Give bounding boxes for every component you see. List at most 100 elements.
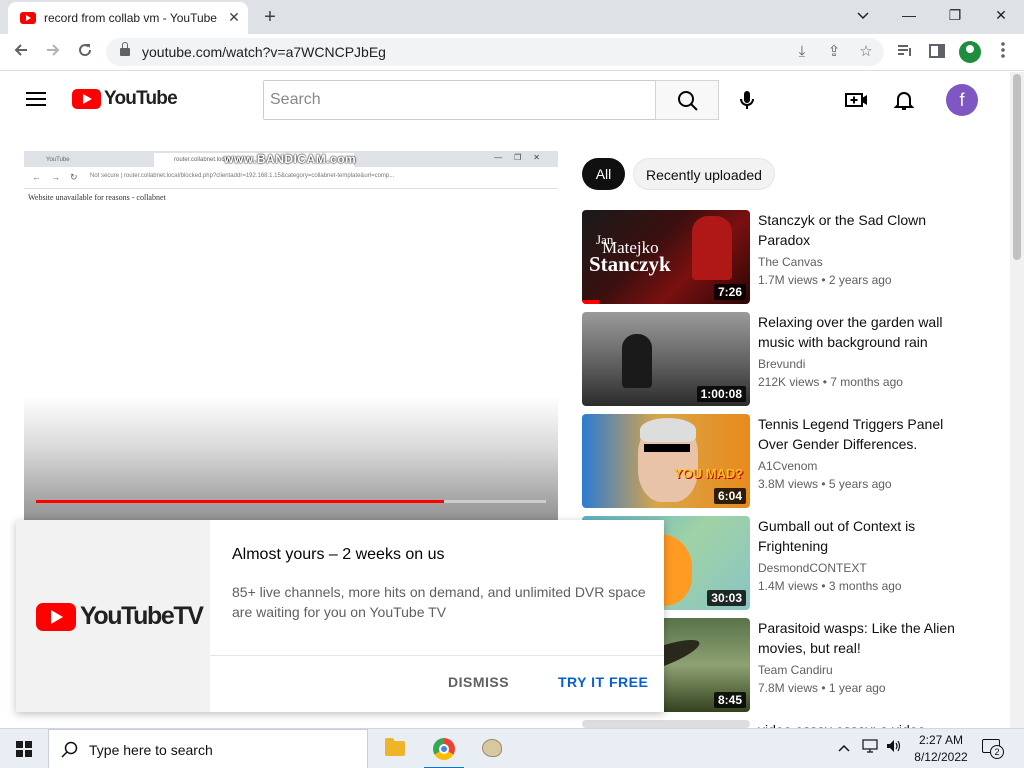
video-meta: 3.8M views • 5 years ago xyxy=(758,477,892,491)
scrollbar-thumb[interactable] xyxy=(1013,74,1021,260)
recorded-page-message: Website unavailable for reasons - collab… xyxy=(28,193,166,202)
promo-body: 85+ live channels, more hits on demand, … xyxy=(232,584,646,620)
thumbnail-figure xyxy=(640,418,696,442)
taskbar-clock[interactable]: 2:27 AM 8/12/2022 xyxy=(908,732,974,766)
forward-arrow-icon xyxy=(47,44,60,56)
reload-icon xyxy=(79,44,92,57)
windows-logo-icon xyxy=(16,741,32,757)
start-button[interactable] xyxy=(0,729,48,768)
recorded-window-controls: —❐✕ xyxy=(494,153,552,162)
chip-all[interactable]: All xyxy=(582,158,625,190)
video-player[interactable]: YouTube router.collabnet.local www.BANDI… xyxy=(24,151,558,526)
video-thumbnail[interactable]: Jan Matejko Stanczyk 7:26 xyxy=(582,210,750,304)
close-window-button[interactable]: ✕ xyxy=(978,0,1024,30)
tab-close-button[interactable]: ✕ xyxy=(226,9,242,25)
file-explorer-button[interactable] xyxy=(371,729,419,768)
video-duration: 30:03 xyxy=(707,590,746,606)
youtube-favicon-icon xyxy=(20,12,36,24)
side-panel-button[interactable] xyxy=(924,39,950,65)
page-scrollbar[interactable] xyxy=(1010,72,1024,728)
channel-name[interactable]: A1Cvenom xyxy=(758,459,817,473)
queue-music-icon xyxy=(898,45,911,56)
video-thumbnail[interactable]: 1:00:08 xyxy=(582,312,750,406)
notifications-button[interactable] xyxy=(890,86,918,114)
video-duration: 7:26 xyxy=(713,284,746,300)
thumbnail-text: Stanczyk xyxy=(589,252,671,276)
chrome-taskbar-button[interactable] xyxy=(420,729,468,768)
bookmark-star-icon[interactable]: ☆ xyxy=(854,40,878,64)
share-icon[interactable]: ⇪ xyxy=(822,40,846,64)
channel-name[interactable]: The Canvas xyxy=(758,255,823,269)
restore-button[interactable]: ❐ xyxy=(932,0,978,30)
back-arrow-icon xyxy=(14,44,27,56)
chevron-down-icon xyxy=(857,12,869,20)
watched-progress-bar xyxy=(582,300,599,304)
media-control-button[interactable] xyxy=(892,39,918,65)
video-title[interactable]: video essay essay: a video xyxy=(758,720,962,728)
video-progress-bar[interactable] xyxy=(36,500,546,503)
folder-icon xyxy=(385,738,405,756)
address-bar[interactable]: youtube.com/watch?v=a7WCNCPJbEg ⤓ ⇪ ☆ xyxy=(106,38,884,66)
youtube-tv-play-icon xyxy=(36,603,76,631)
network-icon[interactable] xyxy=(862,739,878,756)
video-thumbnail[interactable]: YOU MAD? 6:04 xyxy=(582,414,750,508)
install-app-icon[interactable]: ⤓ xyxy=(790,40,814,64)
youtube-masthead: YouTube f xyxy=(0,72,1010,128)
kebab-menu-icon xyxy=(1001,42,1005,58)
search-icon xyxy=(678,91,698,111)
voice-search-button[interactable] xyxy=(733,86,761,114)
browser-tab[interactable]: record from collab vm - YouTube ✕ xyxy=(8,2,248,34)
video-thumbnail[interactable] xyxy=(582,720,750,728)
bandicam-watermark: www.BANDICAM.com xyxy=(224,152,357,166)
channel-name[interactable]: DesmondCONTEXT xyxy=(758,561,867,575)
search-button[interactable] xyxy=(655,80,719,120)
search-box xyxy=(263,80,656,120)
browser-menu-button[interactable] xyxy=(990,39,1016,65)
browser-titlebar: record from collab vm - YouTube ✕ + — ❐ … xyxy=(0,0,1024,34)
recorded-tab-youtube: YouTube xyxy=(46,157,70,163)
video-meta: 212K views • 7 months ago xyxy=(758,375,903,389)
paint-taskbar-button[interactable] xyxy=(468,729,516,768)
video-duration: 6:04 xyxy=(713,488,746,504)
sunglasses-icon xyxy=(644,444,690,452)
recommendation-item[interactable]: YOU MAD? 6:04 Tennis Legend Triggers Pan… xyxy=(582,414,962,508)
channel-name[interactable]: Brevundi xyxy=(758,357,805,371)
bell-icon xyxy=(893,92,915,110)
action-center-button[interactable]: 2 xyxy=(982,739,1004,759)
new-tab-button[interactable]: + xyxy=(258,5,282,29)
search-input[interactable] xyxy=(264,81,656,119)
video-title[interactable]: Gumball out of Context is Frightening xyxy=(758,516,962,556)
recommendation-item[interactable]: video essay essay: a video xyxy=(582,720,962,728)
video-meta: 7.8M views • 1 year ago xyxy=(758,681,886,695)
account-avatar[interactable]: f xyxy=(946,84,978,116)
video-title[interactable]: Relaxing over the garden wall music with… xyxy=(758,312,962,352)
taskbar-search-box[interactable]: Type here to search xyxy=(48,729,368,768)
browser-toolbar: youtube.com/watch?v=a7WCNCPJbEg ⤓ ⇪ ☆ xyxy=(0,34,1024,71)
search-icon xyxy=(61,741,78,758)
youtube-logo[interactable]: YouTube xyxy=(72,88,178,111)
video-progress-fill xyxy=(36,500,444,503)
video-title[interactable]: Parasitoid wasps: Like the Alien movies,… xyxy=(758,618,962,658)
chip-recently-uploaded[interactable]: Recently uploaded xyxy=(633,158,775,190)
video-title[interactable]: Stanczyk or the Sad Clown Paradox xyxy=(758,210,962,250)
tab-search-button[interactable] xyxy=(840,0,886,30)
video-title[interactable]: Tennis Legend Triggers Panel Over Gender… xyxy=(758,414,962,454)
guide-menu-button[interactable] xyxy=(24,89,48,109)
tray-overflow-chevron-icon[interactable] xyxy=(838,739,850,755)
volume-icon[interactable] xyxy=(886,739,902,756)
taskbar-search-text: Type here to search xyxy=(89,742,213,758)
forward-button[interactable] xyxy=(40,39,66,65)
minimize-button[interactable]: — xyxy=(886,0,932,30)
create-button[interactable] xyxy=(842,86,870,114)
tab-title: record from collab vm - YouTube xyxy=(44,11,217,25)
recommendation-item[interactable]: 1:00:08 Relaxing over the garden wall mu… xyxy=(582,312,962,406)
dismiss-button[interactable]: DISMISS xyxy=(448,674,509,690)
profile-avatar-icon[interactable] xyxy=(959,41,981,63)
recorded-browser-toolbar: ←→↻ Not secure | router.collabnet.local/… xyxy=(24,167,558,189)
reload-button[interactable] xyxy=(72,39,98,65)
back-button[interactable] xyxy=(8,39,34,65)
channel-name[interactable]: Team Candiru xyxy=(758,663,833,677)
url-text: youtube.com/watch?v=a7WCNCPJbEg xyxy=(142,44,386,60)
try-it-free-button[interactable]: TRY IT FREE xyxy=(558,674,648,690)
recommendation-item[interactable]: Jan Matejko Stanczyk 7:26 Stanczyk or th… xyxy=(582,210,962,304)
